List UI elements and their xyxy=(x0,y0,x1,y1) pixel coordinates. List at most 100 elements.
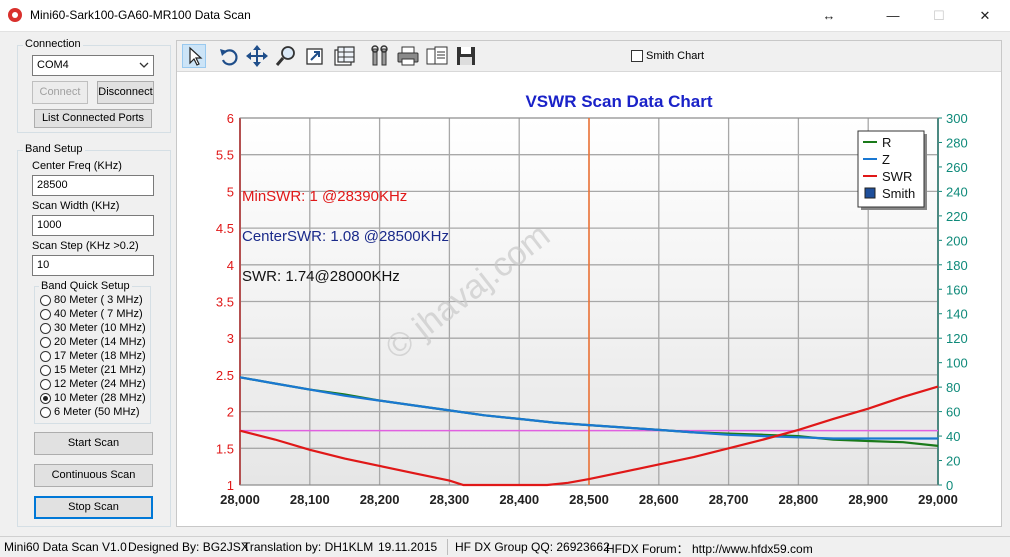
smith-chart-label: Smith Chart xyxy=(646,50,705,62)
connect-button[interactable]: Connect xyxy=(32,81,88,104)
y-left-tick-label: 6 xyxy=(227,111,234,126)
y-right-tick-label: 160 xyxy=(946,282,968,297)
band-radio-label: 40 Meter ( 7 MHz) xyxy=(54,308,143,320)
smith-chart-check-box[interactable] xyxy=(631,50,643,62)
status-group: HF DX Group QQ: 26923662 xyxy=(455,540,610,554)
properties-icon[interactable] xyxy=(368,44,392,68)
y-right-tick-label: 40 xyxy=(946,429,960,444)
y-right-tick-label: 0 xyxy=(946,478,953,493)
radio-button[interactable] xyxy=(40,406,51,418)
center-freq-input[interactable]: 28500 xyxy=(32,175,154,196)
band-radio-item[interactable]: 17 Meter (18 MHz) xyxy=(40,349,146,363)
start-scan-button[interactable]: Start Scan xyxy=(34,432,153,455)
y-left-tick-label: 4 xyxy=(227,258,234,273)
y-right-tick-label: 260 xyxy=(946,160,968,175)
radio-button[interactable] xyxy=(40,392,51,404)
status-date: 19.11.2015 xyxy=(378,540,438,554)
stop-scan-button[interactable]: Stop Scan xyxy=(34,496,153,519)
band-radio-label: 6 Meter (50 MHz) xyxy=(54,406,140,418)
legend-swatch xyxy=(864,187,876,199)
y-right-tick-label: 80 xyxy=(946,380,960,395)
radio-button[interactable] xyxy=(40,364,51,376)
band-radio-item[interactable]: 12 Meter (24 MHz) xyxy=(40,377,146,391)
pointer-icon[interactable] xyxy=(182,44,206,68)
radio-button[interactable] xyxy=(40,322,51,334)
x-tick-label: 28,700 xyxy=(709,492,749,507)
x-tick-label: 28,100 xyxy=(290,492,330,507)
y-right-tick-label: 180 xyxy=(946,258,968,273)
scan-step-input[interactable]: 10 xyxy=(32,255,154,276)
band-radio-item[interactable]: 20 Meter (14 MHz) xyxy=(40,335,146,349)
status-designed: Designed By: BG2JSX xyxy=(128,540,249,554)
zoom-icon[interactable] xyxy=(274,44,298,68)
band-radio-item[interactable]: 80 Meter ( 3 MHz) xyxy=(40,293,143,307)
app-icon xyxy=(8,8,22,22)
band-radio-label: 30 Meter (10 MHz) xyxy=(54,322,146,334)
pan-icon[interactable] xyxy=(245,44,269,68)
y-left-tick-label: 1.5 xyxy=(216,441,234,456)
band-radio-item[interactable]: 6 Meter (50 MHz) xyxy=(40,405,140,419)
chart-annotation: CenterSWR: 1.08 @28500KHz xyxy=(242,228,449,245)
maximize-button[interactable]: ☐ xyxy=(916,0,962,31)
x-tick-label: 28,900 xyxy=(848,492,888,507)
y-right-tick-label: 280 xyxy=(946,135,968,150)
y-right-tick-label: 200 xyxy=(946,233,968,248)
connection-group: Connection COM4 Connect Disconnect List … xyxy=(17,38,171,133)
band-radio-item[interactable]: 10 Meter (28 MHz) xyxy=(40,391,146,405)
x-tick-label: 29,000 xyxy=(918,492,958,507)
y-right-tick-label: 60 xyxy=(946,405,960,420)
y-left-tick-label: 2 xyxy=(227,405,234,420)
continuous-scan-button[interactable]: Continuous Scan xyxy=(34,464,153,487)
print-icon[interactable] xyxy=(396,44,420,68)
radio-button[interactable] xyxy=(40,350,51,362)
y-left-tick-label: 1 xyxy=(227,478,234,493)
scan-width-input[interactable]: 1000 xyxy=(32,215,154,236)
x-tick-label: 28,000 xyxy=(220,492,260,507)
chevron-down-icon xyxy=(139,62,149,68)
y-right-tick-label: 20 xyxy=(946,454,960,469)
y-right-tick-label: 140 xyxy=(946,307,968,322)
x-tick-label: 28,400 xyxy=(499,492,539,507)
scan-step-label: Scan Step (KHz >0.2) xyxy=(32,240,139,252)
undo-icon[interactable] xyxy=(217,44,241,68)
y-left-tick-label: 5.5 xyxy=(216,148,234,163)
arrows-icon[interactable]: ↔ xyxy=(806,0,852,31)
copy-icon[interactable] xyxy=(425,44,449,68)
close-button[interactable]: ✕ xyxy=(962,0,1008,31)
data-table-icon[interactable] xyxy=(332,44,356,68)
band-radio-label: 12 Meter (24 MHz) xyxy=(54,378,146,390)
legend-label: SWR xyxy=(882,169,912,184)
y-right-tick-label: 120 xyxy=(946,331,968,346)
x-tick-label: 28,200 xyxy=(360,492,400,507)
window-title: Mini60-Sark100-GA60-MR100 Data Scan xyxy=(30,8,251,22)
disconnect-button[interactable]: Disconnect xyxy=(97,81,154,104)
band-radio-label: 10 Meter (28 MHz) xyxy=(54,392,146,404)
legend-label: Smith xyxy=(882,186,915,201)
band-quick-label: Band Quick Setup xyxy=(39,280,132,292)
save-icon[interactable] xyxy=(454,44,478,68)
list-ports-button[interactable]: List Connected Ports xyxy=(34,109,152,128)
radio-button[interactable] xyxy=(40,308,51,320)
y-right-tick-label: 100 xyxy=(946,356,968,371)
chart-toolbar: Smith Chart xyxy=(177,41,1001,72)
radio-button[interactable] xyxy=(40,294,51,306)
radio-button[interactable] xyxy=(40,378,51,390)
band-radio-item[interactable]: 30 Meter (10 MHz) xyxy=(40,321,146,335)
smith-chart-checkbox[interactable]: Smith Chart xyxy=(631,50,704,62)
export-icon[interactable] xyxy=(303,44,327,68)
y-left-tick-label: 3.5 xyxy=(216,295,234,310)
radio-button[interactable] xyxy=(40,336,51,348)
band-radio-label: 20 Meter (14 MHz) xyxy=(54,336,146,348)
x-tick-label: 28,800 xyxy=(779,492,819,507)
band-radio-item[interactable]: 40 Meter ( 7 MHz) xyxy=(40,307,143,321)
center-freq-label: Center Freq (KHz) xyxy=(32,160,122,172)
vswr-chart[interactable]: VSWR Scan Data Chart28,000 28,100 28,200 28… xyxy=(177,71,1001,526)
y-left-tick-label: 4.5 xyxy=(216,221,234,236)
minimize-button[interactable]: — xyxy=(870,0,916,31)
y-left-tick-label: 3 xyxy=(227,331,234,346)
status-separator xyxy=(447,539,448,555)
x-tick-label: 28,300 xyxy=(430,492,470,507)
band-radio-item[interactable]: 15 Meter (21 MHz) xyxy=(40,363,146,377)
left-panel: Connection COM4 Connect Disconnect List … xyxy=(0,31,176,536)
port-select[interactable]: COM4 xyxy=(32,55,154,76)
